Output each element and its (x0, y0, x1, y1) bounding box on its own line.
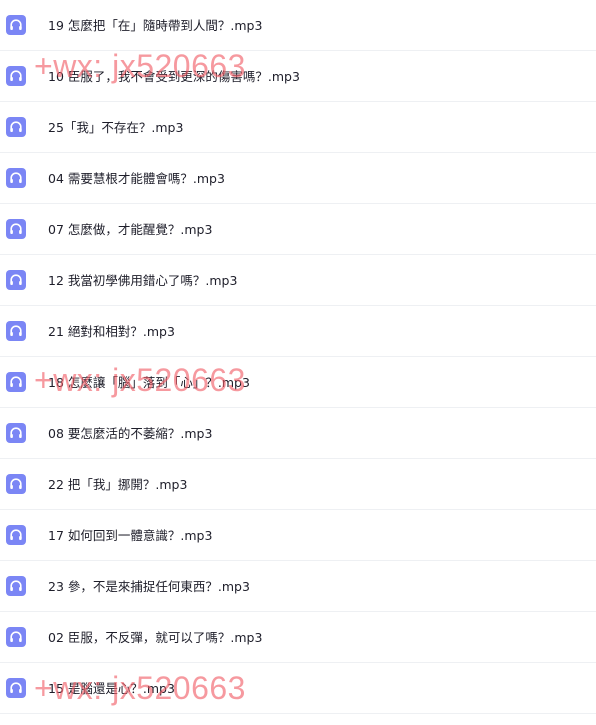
file-row[interactable]: 22 把「我」挪開？.mp3 (0, 459, 596, 510)
file-name: 08 要怎麼活的不萎縮？.mp3 (48, 426, 213, 441)
file-name: 02 臣服，不反彈，就可以了嗎？.mp3 (48, 630, 263, 645)
headphones-icon (6, 15, 26, 35)
file-row[interactable]: 23 參，不是來捕捉任何東西？.mp3 (0, 561, 596, 612)
headphones-icon (6, 423, 26, 443)
file-row[interactable]: 08 要怎麼活的不萎縮？.mp3 (0, 408, 596, 459)
file-row[interactable]: 19 怎麼把「在」隨時帶到人間？.mp3 (0, 0, 596, 51)
file-name: 10 臣服了，我不會受到更深的傷害嗎？.mp3 (48, 69, 300, 84)
file-name: 23 參，不是來捕捉任何東西？.mp3 (48, 579, 250, 594)
headphones-icon (6, 372, 26, 392)
file-row[interactable]: 07 怎麼做，才能醒覺？.mp3 (0, 204, 596, 255)
file-row[interactable]: 10 臣服了，我不會受到更深的傷害嗎？.mp3 (0, 51, 596, 102)
headphones-icon (6, 66, 26, 86)
file-name: 21 絕對和相對？.mp3 (48, 324, 175, 339)
headphones-icon (6, 474, 26, 494)
headphones-icon (6, 321, 26, 341)
file-name: 07 怎麼做，才能醒覺？.mp3 (48, 222, 213, 237)
file-row[interactable]: 12 我當初學佛用錯心了嗎？.mp3 (0, 255, 596, 306)
file-name: 25「我」不存在？.mp3 (48, 120, 184, 135)
file-row[interactable]: 25「我」不存在？.mp3 (0, 102, 596, 153)
file-name: 17 如何回到一體意識？.mp3 (48, 528, 213, 543)
headphones-icon (6, 168, 26, 188)
file-row[interactable]: 15 是腦還是心？.mp3 (0, 663, 596, 714)
headphones-icon (6, 270, 26, 290)
file-name: 04 需要慧根才能體會嗎？.mp3 (48, 171, 225, 186)
file-name: 15 是腦還是心？.mp3 (48, 681, 175, 696)
file-list: 19 怎麼把「在」隨時帶到人間？.mp3 10 臣服了，我不會受到更深的傷害嗎？.… (0, 0, 596, 714)
file-row[interactable]: 02 臣服，不反彈，就可以了嗎？.mp3 (0, 612, 596, 663)
file-name: 18 怎麼讓「腦」落到「心」？.mp3 (48, 375, 250, 390)
file-row[interactable]: 17 如何回到一體意識？.mp3 (0, 510, 596, 561)
file-name: 12 我當初學佛用錯心了嗎？.mp3 (48, 273, 238, 288)
file-row[interactable]: 04 需要慧根才能體會嗎？.mp3 (0, 153, 596, 204)
headphones-icon (6, 627, 26, 647)
file-row[interactable]: 18 怎麼讓「腦」落到「心」？.mp3 (0, 357, 596, 408)
headphones-icon (6, 576, 26, 596)
file-name: 22 把「我」挪開？.mp3 (48, 477, 188, 492)
headphones-icon (6, 525, 26, 545)
file-row[interactable]: 21 絕對和相對？.mp3 (0, 306, 596, 357)
headphones-icon (6, 678, 26, 698)
headphones-icon (6, 117, 26, 137)
headphones-icon (6, 219, 26, 239)
file-name: 19 怎麼把「在」隨時帶到人間？.mp3 (48, 18, 263, 33)
